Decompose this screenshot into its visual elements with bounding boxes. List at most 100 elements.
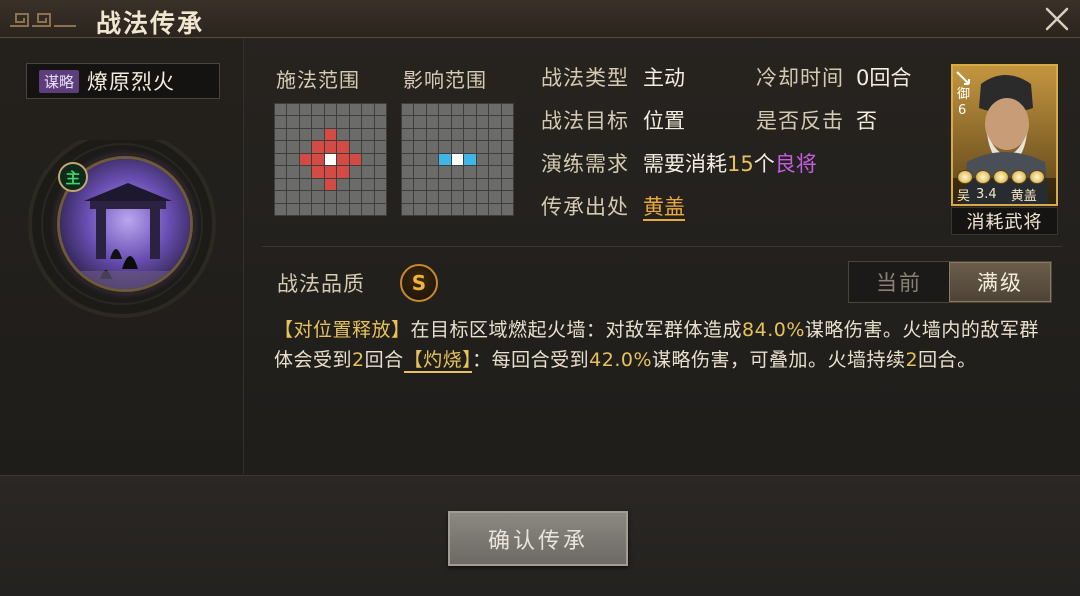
troop-count: 6 xyxy=(958,103,967,118)
role-badge: 主 xyxy=(58,162,88,192)
cooldown-value: 0回合 xyxy=(856,66,912,90)
troop-type: 御 xyxy=(957,87,971,102)
desc-percent-2: 42.0% xyxy=(589,349,653,371)
cast-range-cell xyxy=(374,128,386,141)
effect-range-cell xyxy=(476,178,489,191)
effect-range-cell xyxy=(426,166,439,178)
effect-range-grid xyxy=(401,103,514,216)
effect-range-cell xyxy=(489,128,501,141)
effect-range-cell xyxy=(476,191,489,203)
cast-range-cell xyxy=(312,203,324,215)
general-meta: 吴 3.4 黄盖 xyxy=(957,185,1037,204)
skill-type-tag: 谋略 xyxy=(39,69,80,93)
cast-range-cell xyxy=(349,104,362,116)
faction: 吴 xyxy=(957,189,971,204)
cast-range-cell xyxy=(312,128,324,141)
effect-range-cell xyxy=(414,203,426,215)
effect-range-cell xyxy=(476,116,489,128)
cast-range-cell xyxy=(349,191,362,203)
cast-range-cell xyxy=(287,166,299,178)
effect-range-cell xyxy=(402,116,414,128)
info-row-target: 战法目标 位置 xyxy=(541,104,685,136)
skill-target-key: 战法目标 xyxy=(541,109,629,133)
effect-range-cell xyxy=(464,178,476,191)
effect-range-cell xyxy=(501,141,513,153)
effect-range-cell xyxy=(439,116,451,128)
effect-range-cell xyxy=(489,153,501,166)
consume-general-button[interactable]: 消耗武将 xyxy=(951,207,1058,235)
effect-range-cell xyxy=(476,104,489,116)
cast-range-cell xyxy=(312,153,324,166)
cast-range-cell xyxy=(299,116,312,128)
effect-range-cell xyxy=(402,203,414,215)
effect-range-cell xyxy=(439,166,451,178)
cast-range-cell xyxy=(312,166,324,178)
effect-range-cell xyxy=(426,141,439,153)
effect-range-cell xyxy=(464,153,476,166)
effect-range-cell xyxy=(414,104,426,116)
cast-range-cell xyxy=(299,128,312,141)
effect-range-cell xyxy=(501,203,513,215)
effect-range-cell xyxy=(476,128,489,141)
effect-range-cell xyxy=(489,203,501,215)
cast-range-cell xyxy=(324,191,337,203)
cast-range-cell xyxy=(287,203,299,215)
effect-range-cell xyxy=(426,128,439,141)
desc-burn-status-link[interactable]: 【灼烧】 xyxy=(403,349,473,373)
general-card[interactable]: 御 6 吴 3.4 黄盖 xyxy=(951,64,1058,206)
effect-range-cell xyxy=(464,104,476,116)
effect-range-cell xyxy=(464,166,476,178)
effect-range-cell xyxy=(451,104,464,116)
cast-range-cell xyxy=(324,166,337,178)
desc-percent-1: 84.0% xyxy=(742,319,805,341)
cast-range-cell xyxy=(287,104,299,116)
cast-range-cell xyxy=(299,191,312,203)
cast-range-cell xyxy=(362,178,374,191)
cooldown-key: 冷却时间 xyxy=(756,66,844,90)
desc-part5: 谋略伤害，可叠加。火墙持续 xyxy=(652,349,906,371)
effect-range-cell xyxy=(501,153,513,166)
toggle-current[interactable]: 当前 xyxy=(849,262,949,302)
effect-range-cell xyxy=(464,203,476,215)
quality-label: 战法品质 xyxy=(277,272,365,296)
source-general-link[interactable]: 黄盖 xyxy=(643,195,685,221)
cast-range-label: 施法范围 xyxy=(276,68,360,92)
cast-range-cell xyxy=(349,203,362,215)
effect-range-cell xyxy=(414,178,426,191)
cast-range-cell xyxy=(362,153,374,166)
effect-range-cell xyxy=(439,128,451,141)
effect-range-cell xyxy=(489,116,501,128)
desc-turns-1: 2 xyxy=(352,349,365,371)
source-value[interactable]: 黄盖 xyxy=(643,191,685,221)
dialog-title: 战法传承 xyxy=(96,9,205,38)
effect-range-cell xyxy=(402,166,414,178)
cast-range-cell xyxy=(299,153,312,166)
cast-range-cell xyxy=(275,203,287,215)
desc-turns-2: 2 xyxy=(905,349,919,371)
skill-type-key: 战法类型 xyxy=(541,66,629,90)
toggle-max[interactable]: 满级 xyxy=(949,262,1051,302)
cast-range-cell xyxy=(275,166,287,178)
cast-range-cell xyxy=(374,166,386,178)
star-icon xyxy=(957,170,973,184)
cast-range-cell xyxy=(275,178,287,191)
cast-range-cell xyxy=(362,116,374,128)
effect-range-cell xyxy=(489,166,501,178)
requirement-unit: 个 xyxy=(753,152,775,176)
cast-range-cell xyxy=(287,141,299,153)
cast-range-cell xyxy=(349,178,362,191)
effect-range-cell xyxy=(439,191,451,203)
cast-range-cell xyxy=(349,141,362,153)
confirm-inherit-button[interactable]: 确认传承 xyxy=(448,511,628,566)
requirement-key: 演练需求 xyxy=(541,152,629,176)
quality-badge: S xyxy=(400,264,438,302)
close-button[interactable] xyxy=(1040,3,1074,35)
cost: 3.4 xyxy=(976,187,997,202)
general-name: 黄盖 xyxy=(1010,189,1037,204)
effect-range-cell xyxy=(489,178,501,191)
cast-range-cell xyxy=(299,178,312,191)
effect-range-cell xyxy=(414,128,426,141)
effect-range-cell xyxy=(464,191,476,203)
cast-range-cell xyxy=(374,116,386,128)
effect-range-cell xyxy=(476,141,489,153)
